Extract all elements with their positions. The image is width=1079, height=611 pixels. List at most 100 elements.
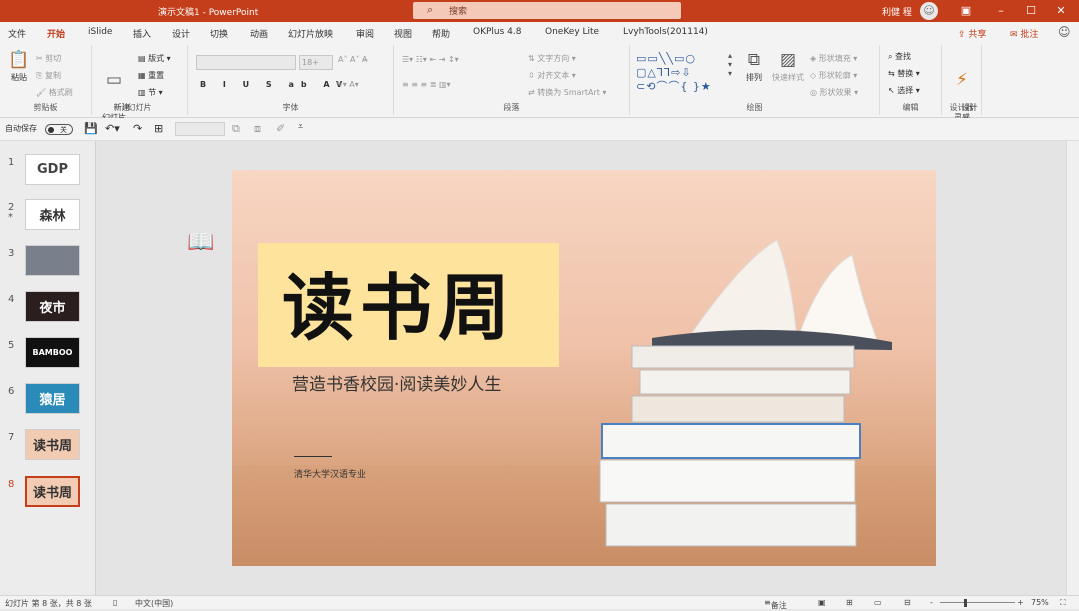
shape-outline-button[interactable]: ◇ 形状轮廓 ▾: [810, 70, 857, 81]
group-drawing: ▭▭╲╲▭○ ▢△⅂⅂⇨⇩ ⊂⟲⌒⌒{ }★ ▴ ▾ ▾ ⧉ 排列 ▨ 快速样式 ◈ 形…: [630, 45, 880, 115]
paste-label: 粘贴: [11, 73, 27, 82]
text-direction-button[interactable]: ⇅ 文字方向 ▾: [528, 53, 576, 64]
qat-copy-icon[interactable]: ⧉: [232, 122, 240, 136]
slide-thumbnail[interactable]: BAMBOO: [25, 337, 80, 368]
find-button[interactable]: ⌕ 查找: [888, 51, 911, 62]
slide-organization[interactable]: 清华大学汉语专业: [294, 467, 366, 480]
fit-slide-icon[interactable]: ⛶: [1060, 598, 1066, 608]
font-color-icon[interactable]: ✎▾ A▾: [336, 80, 359, 89]
font-family-select[interactable]: [196, 55, 296, 70]
minimize-button[interactable]: –: [991, 3, 1011, 19]
share-button[interactable]: ⇪ 共享: [958, 27, 986, 40]
slide-title[interactable]: 读书周: [282, 268, 516, 348]
zoom-out-button[interactable]: -: [930, 598, 933, 607]
ribbon-display-icon[interactable]: ▣: [956, 3, 976, 19]
comment-button[interactable]: ✉ 批注: [1010, 27, 1038, 40]
qat-combobox[interactable]: [175, 122, 225, 136]
user-name[interactable]: 利健 程: [882, 5, 912, 18]
thumbnail-label: BAMBOO: [32, 348, 73, 357]
qat-brush-icon[interactable]: ✐: [276, 122, 285, 135]
quick-styles-button[interactable]: ▨ 快速样式: [770, 49, 806, 83]
tab-file[interactable]: 文件: [8, 27, 26, 40]
thumbnail-label: 森林: [39, 209, 66, 224]
slide-thumbnail[interactable]: 夜市: [25, 291, 80, 322]
cut-button[interactable]: ✂ 剪切: [36, 53, 61, 64]
select-button[interactable]: ↖ 选择 ▾: [888, 85, 920, 96]
slide-subtitle[interactable]: 营造书香校园·阅读美妙人生: [292, 370, 501, 395]
paste-button[interactable]: 📋 粘贴: [6, 49, 32, 83]
tab-help[interactable]: 帮助: [432, 27, 450, 40]
search-box[interactable]: ⌕ 搜索: [413, 2, 681, 19]
undo-icon[interactable]: ↶▾: [105, 122, 120, 135]
reset-button[interactable]: ▦ 重置: [138, 70, 164, 81]
maximize-button[interactable]: ☐: [1021, 3, 1041, 19]
replace-label: 替换: [897, 69, 914, 78]
bullets-icon[interactable]: ☰▾ ☷▾ ⇤ ⇥ ↕▾: [402, 55, 459, 64]
slide-thumbnail[interactable]: 读书周: [25, 429, 80, 460]
qat-arrange-icon[interactable]: ⧈: [254, 122, 261, 136]
tab-view[interactable]: 视图: [394, 27, 412, 40]
shapes-gallery[interactable]: ▭▭╲╲▭○ ▢△⅂⅂⇨⇩ ⊂⟲⌒⌒{ }★: [636, 52, 726, 94]
gallery-scroll-icon[interactable]: ▴ ▾ ▾: [728, 51, 732, 78]
tab-home[interactable]: 开始: [47, 27, 66, 45]
grow-font-icon[interactable]: A˄ A˅ A̶: [338, 55, 368, 64]
customize-qat-icon[interactable]: ⩡: [298, 122, 303, 132]
book-stack-image: [599, 239, 892, 547]
normal-view-icon[interactable]: ▣: [818, 598, 826, 607]
close-button[interactable]: ✕: [1051, 3, 1071, 19]
tab-insert[interactable]: 插入: [133, 27, 151, 40]
replace-button[interactable]: ⇆ 替换 ▾: [888, 68, 920, 79]
shape-outline-label: 形状轮廓: [818, 71, 851, 80]
spellcheck-icon[interactable]: ▯: [113, 598, 117, 607]
comment-icon: ✉: [1010, 30, 1018, 40]
thumbnail-label: 夜市: [39, 301, 66, 316]
layout-button[interactable]: ▤ 版式 ▾: [138, 53, 171, 64]
font-style-buttons[interactable]: B I U S ab AV: [200, 80, 349, 89]
smartart-button[interactable]: ⇄ 转换为 SmartArt ▾: [528, 87, 606, 98]
book-4: [601, 423, 861, 459]
presentation-icon[interactable]: ⊞: [154, 122, 163, 135]
save-icon[interactable]: 💾: [84, 122, 98, 135]
group-label-editing: 编辑: [902, 103, 919, 112]
vertical-scrollbar[interactable]: [1066, 141, 1079, 595]
zoom-in-button[interactable]: +: [1017, 598, 1024, 607]
tab-review[interactable]: 审阅: [356, 27, 374, 40]
section-button[interactable]: ▥ 节 ▾: [138, 87, 163, 98]
shape-effects-button[interactable]: ◎ 形状效果 ▾: [810, 87, 858, 98]
slide-thumbnail[interactable]: [25, 245, 80, 276]
slideshow-icon[interactable]: ⊟: [904, 598, 911, 607]
tab-onekey[interactable]: OneKey Lite: [545, 27, 599, 37]
feedback-icon[interactable]: ☺: [1058, 25, 1071, 39]
format-painter-button[interactable]: 🖌 格式刷: [36, 87, 73, 98]
avatar[interactable]: ☺: [920, 2, 938, 20]
slide-thumbnail[interactable]: 森林: [25, 199, 80, 230]
slide-thumbnail[interactable]: 读书周: [25, 476, 80, 507]
tab-animations[interactable]: 动画: [250, 27, 268, 40]
language[interactable]: 中文(中国): [135, 598, 173, 609]
font-size-select[interactable]: 18+: [299, 55, 333, 70]
tab-transitions[interactable]: 切换: [210, 27, 228, 40]
align-text-button[interactable]: ⇳ 对齐文本 ▾: [528, 70, 576, 81]
autosave-toggle[interactable]: 关: [45, 124, 73, 135]
slide-thumbnail[interactable]: GDP: [25, 154, 80, 185]
arrange-button[interactable]: ⧉ 排列: [740, 49, 768, 83]
current-slide[interactable]: 读书周 营造书香校园·阅读美妙人生 清华大学汉语专业: [232, 170, 936, 566]
zoom-slider-thumb[interactable]: [964, 599, 967, 607]
zoom-slider[interactable]: [940, 602, 1015, 603]
zoom-level[interactable]: 75%: [1031, 598, 1049, 607]
tab-islide[interactable]: iSlide: [88, 27, 112, 37]
thumbnail-star-marker: *: [8, 212, 13, 223]
tab-design[interactable]: 设计: [172, 27, 190, 40]
tab-okplus[interactable]: OKPlus 4.8: [473, 27, 521, 37]
share-icon: ⇪: [958, 30, 966, 40]
shape-fill-button[interactable]: ◈ 形状填充 ▾: [810, 53, 857, 64]
copy-button[interactable]: ⎘ 复制: [36, 70, 61, 81]
tab-slideshow[interactable]: 幻灯片放映: [288, 27, 333, 40]
notes-button[interactable]: ≡ 备注: [764, 598, 787, 610]
tab-lvyhtools[interactable]: LvyhTools(201114): [623, 27, 708, 37]
redo-icon[interactable]: ↷: [133, 122, 142, 135]
reading-view-icon[interactable]: ▭: [874, 598, 882, 607]
slide-thumbnail[interactable]: 猿居: [25, 383, 80, 414]
align-icon[interactable]: ≡ ≡ ≡ ≣ ▥▾: [402, 80, 451, 89]
slide-sorter-icon[interactable]: ⊞: [846, 598, 853, 607]
